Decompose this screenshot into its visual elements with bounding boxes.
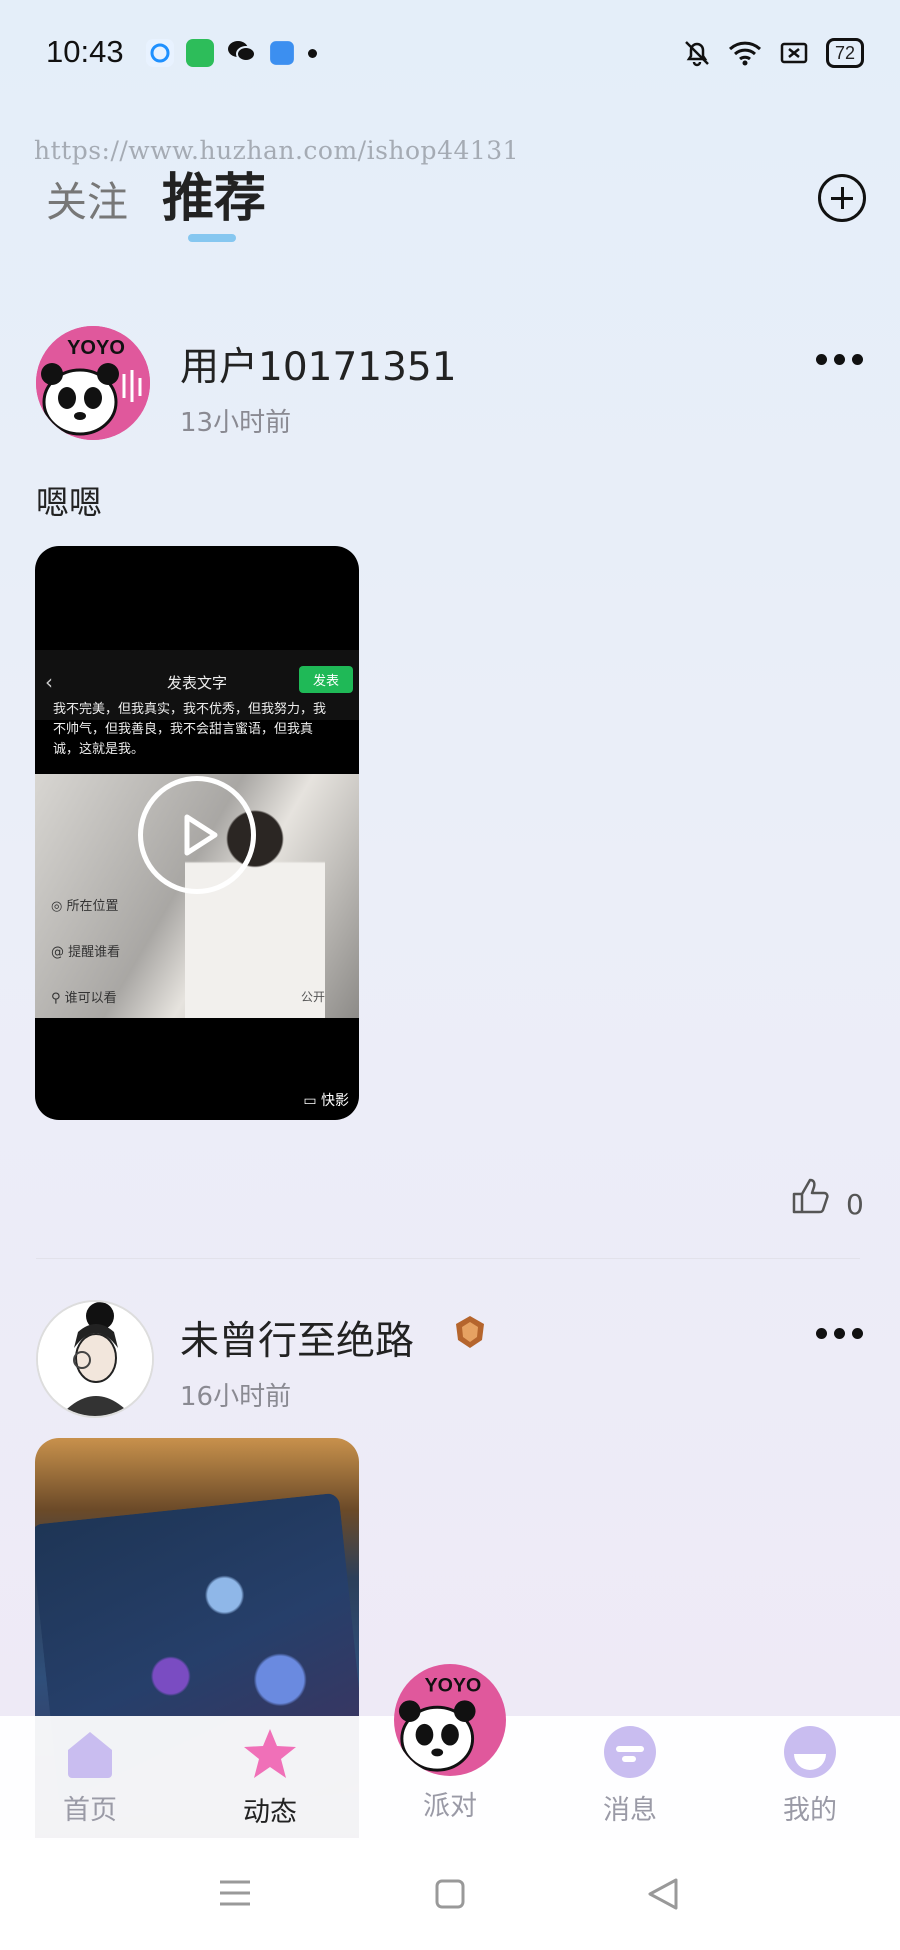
nav-moments[interactable]: 动态	[210, 1726, 330, 1829]
post-username[interactable]: 未曾行至绝路	[180, 1310, 414, 1366]
avatar-brand-text: YOYO	[67, 337, 125, 359]
post-time: 16小时前	[180, 1382, 292, 1412]
post-divider	[36, 1258, 860, 1259]
add-post-button[interactable]	[818, 174, 866, 222]
app-notif-icon	[270, 41, 294, 65]
tab-follow[interactable]: 关注	[46, 168, 128, 228]
user-avatar-icon	[38, 1302, 152, 1416]
chat-icon	[604, 1726, 656, 1778]
rank-badge-icon	[452, 1314, 488, 1354]
battery-indicator: 72	[825, 38, 864, 68]
nav-label: 派对	[423, 1791, 477, 1822]
back-triangle-icon[interactable]	[646, 1876, 680, 1916]
menu-visibility: ⚲ 谁可以看	[51, 991, 117, 1006]
home-icon	[68, 1732, 112, 1778]
nav-label: 我的	[783, 1795, 837, 1826]
active-tab-indicator	[188, 234, 236, 242]
post-avatar[interactable]	[36, 1300, 154, 1418]
more-options-button[interactable]	[816, 354, 863, 365]
post-video[interactable]: ‹ 发表文字 发表 我不完美，但我真实，我不优秀，但我努力，我不帅气，但我善良，…	[35, 546, 359, 1120]
party-badge-text: YOYO	[425, 1675, 482, 1697]
video-brand: ▭ 快影	[303, 1093, 349, 1109]
nav-party[interactable]: 派对	[390, 1780, 510, 1823]
panda-avatar-icon: YOYO	[36, 326, 150, 440]
nav-label: 消息	[603, 1795, 657, 1826]
more-notifications-icon	[308, 48, 317, 58]
like-button[interactable]	[790, 1176, 832, 1220]
nav-label: 动态	[243, 1797, 297, 1828]
party-center-button[interactable]: YOYO	[394, 1664, 506, 1776]
post-text: 嗯嗯	[36, 483, 102, 522]
profile-icon	[784, 1726, 836, 1778]
watermark-text: https://www.huzhan.com/ishop44131	[34, 136, 520, 165]
notification-icons	[146, 38, 317, 68]
camera-icon: ▭	[303, 1093, 317, 1109]
menu-location: ◎ 所在位置	[51, 899, 119, 914]
panda-party-icon: YOYO	[394, 1664, 506, 1776]
wechat-notif-icon	[226, 38, 256, 68]
menu-remind: @ 提醒谁看	[51, 945, 121, 960]
more-options-button[interactable]	[816, 1328, 863, 1339]
tab-recommend[interactable]: 推荐	[162, 156, 266, 231]
star-icon	[244, 1729, 296, 1778]
play-button[interactable]	[138, 776, 256, 894]
home-square-icon[interactable]	[434, 1878, 466, 1914]
post-username[interactable]: 用户10171351	[180, 336, 457, 392]
nav-messages[interactable]: 消息	[570, 1726, 690, 1827]
nav-label: 首页	[63, 1795, 117, 1826]
like-count: 0	[846, 1188, 864, 1221]
video-caption: 我不完美，但我真实，我不优秀，但我努力，我不帅气，但我善良，我不会甜言蜜语，但我…	[53, 702, 327, 757]
menu-icon[interactable]	[218, 1878, 252, 1912]
post-avatar[interactable]: YOYO	[36, 326, 150, 440]
nav-profile[interactable]: 我的	[750, 1726, 870, 1827]
video-menu: ◎ 所在位置 @ 提醒谁看 ⚲ 谁可以看	[51, 884, 120, 1022]
wifi-icon	[728, 41, 761, 66]
sim-off-icon	[780, 42, 808, 64]
status-time: 10:43	[46, 34, 124, 69]
nav-home[interactable]: 首页	[30, 1726, 150, 1827]
play-icon	[184, 814, 218, 856]
visibility-value: 公开	[300, 990, 325, 1004]
browser-notif-icon	[146, 39, 174, 67]
status-icons: 72	[684, 38, 864, 68]
publish-badge: 发表	[298, 666, 353, 693]
thumbs-up-icon	[792, 1178, 829, 1214]
post-time: 13小时前	[180, 408, 292, 438]
mute-bell-icon	[685, 41, 709, 67]
store-notif-icon	[186, 39, 214, 67]
